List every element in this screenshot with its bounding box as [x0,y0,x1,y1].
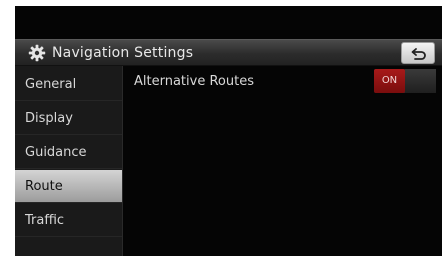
sidebar-item-label: Guidance [25,145,87,160]
sidebar-item-traffic[interactable]: Traffic [15,204,122,237]
sidebar-item-general[interactable]: General [15,68,122,101]
sidebar-item-route[interactable]: Route [15,170,122,203]
sidebar-item-label: Display [25,111,73,126]
gear-icon [28,44,46,62]
sidebar-item-guidance[interactable]: Guidance [15,136,122,169]
panel-divider [122,66,123,256]
page-title: Navigation Settings [52,45,194,61]
settings-sidebar: General Display Guidance Route Traffic [15,66,122,256]
screen: Navigation Settings General Display Guid… [15,6,442,256]
alternative-routes-label: Alternative Routes [134,74,254,89]
back-button[interactable] [401,42,435,64]
sidebar-item-label: Traffic [25,213,65,228]
back-arrow-icon [411,48,426,60]
toggle-knob [405,69,436,93]
title-bar: Navigation Settings [15,39,442,66]
toggle-on-state: ON [374,69,405,93]
sidebar-item-label: General [25,77,77,92]
alternative-routes-toggle[interactable]: ON [374,69,436,93]
sidebar-item-display[interactable]: Display [15,102,122,135]
sidebar-item-label: Route [25,179,63,194]
